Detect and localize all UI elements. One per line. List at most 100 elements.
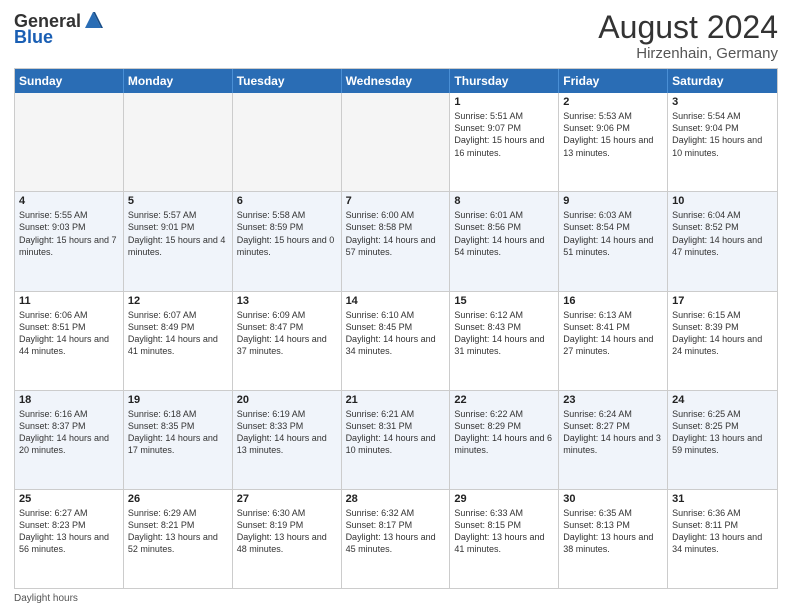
calendar-cell: 15 Sunrise: 6:12 AM Sunset: 8:43 PM Dayli… bbox=[450, 292, 559, 390]
calendar-cell: 9 Sunrise: 6:03 AM Sunset: 8:54 PM Daylig… bbox=[559, 192, 668, 290]
calendar-header: SundayMondayTuesdayWednesdayThursdayFrid… bbox=[15, 69, 777, 93]
day-info: Sunrise: 6:36 AM Sunset: 8:11 PM Dayligh… bbox=[672, 507, 773, 556]
day-number: 1 bbox=[454, 96, 554, 108]
day-info: Sunrise: 6:16 AM Sunset: 8:37 PM Dayligh… bbox=[19, 408, 119, 457]
day-info: Sunrise: 6:32 AM Sunset: 8:17 PM Dayligh… bbox=[346, 507, 446, 556]
day-info: Sunrise: 6:30 AM Sunset: 8:19 PM Dayligh… bbox=[237, 507, 337, 556]
day-info: Sunrise: 6:25 AM Sunset: 8:25 PM Dayligh… bbox=[672, 408, 773, 457]
day-info: Sunrise: 6:12 AM Sunset: 8:43 PM Dayligh… bbox=[454, 309, 554, 358]
header: General Blue August 2024 Hirzenhain, Ger… bbox=[14, 10, 778, 62]
day-info: Sunrise: 6:33 AM Sunset: 8:15 PM Dayligh… bbox=[454, 507, 554, 556]
calendar-cell: 14Sunrise: 6:10 AM Sunset: 8:45 PM Dayli… bbox=[342, 292, 451, 390]
day-info: Sunrise: 6:01 AM Sunset: 8:56 PM Dayligh… bbox=[454, 209, 554, 258]
calendar-week-4: 18 Sunrise: 6:16 AM Sunset: 8:37 PM Dayli… bbox=[15, 391, 777, 490]
day-info: Sunrise: 5:53 AM Sunset: 9:06 PM Dayligh… bbox=[563, 110, 663, 159]
calendar-cell: 17Sunrise: 6:15 AM Sunset: 8:39 PM Dayli… bbox=[668, 292, 777, 390]
day-info: Sunrise: 6:24 AM Sunset: 8:27 PM Dayligh… bbox=[563, 408, 663, 457]
day-info: Sunrise: 6:35 AM Sunset: 8:13 PM Dayligh… bbox=[563, 507, 663, 556]
header-day-saturday: Saturday bbox=[668, 69, 777, 93]
day-info: Sunrise: 6:27 AM Sunset: 8:23 PM Dayligh… bbox=[19, 507, 119, 556]
logo-icon bbox=[83, 10, 103, 30]
header-day-friday: Friday bbox=[559, 69, 668, 93]
calendar-cell: 5Sunrise: 5:57 AM Sunset: 9:01 PM Daylig… bbox=[124, 192, 233, 290]
day-number: 10 bbox=[672, 195, 773, 207]
calendar-cell: 29 Sunrise: 6:33 AM Sunset: 8:15 PM Dayli… bbox=[450, 490, 559, 588]
calendar-cell: 21Sunrise: 6:21 AM Sunset: 8:31 PM Dayli… bbox=[342, 391, 451, 489]
page: General Blue August 2024 Hirzenhain, Ger… bbox=[0, 0, 792, 612]
calendar-week-2: 4Sunrise: 5:55 AM Sunset: 9:03 PM Daylig… bbox=[15, 192, 777, 291]
calendar-cell: 20Sunrise: 6:19 AM Sunset: 8:33 PM Dayli… bbox=[233, 391, 342, 489]
calendar-cell: 2 Sunrise: 5:53 AM Sunset: 9:06 PM Daylig… bbox=[559, 93, 668, 191]
day-info: Sunrise: 6:03 AM Sunset: 8:54 PM Dayligh… bbox=[563, 209, 663, 258]
day-number: 16 bbox=[563, 295, 663, 307]
calendar-cell: 27 Sunrise: 6:30 AM Sunset: 8:19 PM Dayli… bbox=[233, 490, 342, 588]
day-info: Sunrise: 6:22 AM Sunset: 8:29 PM Dayligh… bbox=[454, 408, 554, 457]
day-number: 9 bbox=[563, 195, 663, 207]
calendar-cell: 13Sunrise: 6:09 AM Sunset: 8:47 PM Dayli… bbox=[233, 292, 342, 390]
day-number: 29 bbox=[454, 493, 554, 505]
calendar-cell: 10Sunrise: 6:04 AM Sunset: 8:52 PM Dayli… bbox=[668, 192, 777, 290]
day-number: 6 bbox=[237, 195, 337, 207]
day-info: Sunrise: 6:00 AM Sunset: 8:58 PM Dayligh… bbox=[346, 209, 446, 258]
calendar: SundayMondayTuesdayWednesdayThursdayFrid… bbox=[14, 68, 778, 589]
calendar-week-1: 1Sunrise: 5:51 AM Sunset: 9:07 PM Daylig… bbox=[15, 93, 777, 192]
day-number: 7 bbox=[346, 195, 446, 207]
day-number: 19 bbox=[128, 394, 228, 406]
calendar-cell: 1Sunrise: 5:51 AM Sunset: 9:07 PM Daylig… bbox=[450, 93, 559, 191]
day-number: 4 bbox=[19, 195, 119, 207]
calendar-cell: 12 Sunrise: 6:07 AM Sunset: 8:49 PM Dayli… bbox=[124, 292, 233, 390]
calendar-cell bbox=[233, 93, 342, 191]
day-number: 30 bbox=[563, 493, 663, 505]
calendar-week-3: 11 Sunrise: 6:06 AM Sunset: 8:51 PM Dayli… bbox=[15, 292, 777, 391]
day-number: 27 bbox=[237, 493, 337, 505]
calendar-cell: 6 Sunrise: 5:58 AM Sunset: 8:59 PM Daylig… bbox=[233, 192, 342, 290]
day-number: 31 bbox=[672, 493, 773, 505]
day-number: 25 bbox=[19, 493, 119, 505]
day-info: Sunrise: 6:09 AM Sunset: 8:47 PM Dayligh… bbox=[237, 309, 337, 358]
day-info: Sunrise: 6:18 AM Sunset: 8:35 PM Dayligh… bbox=[128, 408, 228, 457]
day-info: Sunrise: 6:07 AM Sunset: 8:49 PM Dayligh… bbox=[128, 309, 228, 358]
calendar-week-5: 25 Sunrise: 6:27 AM Sunset: 8:23 PM Dayli… bbox=[15, 490, 777, 588]
day-number: 20 bbox=[237, 394, 337, 406]
title-block: August 2024 Hirzenhain, Germany bbox=[598, 10, 778, 62]
calendar-cell: 11 Sunrise: 6:06 AM Sunset: 8:51 PM Dayli… bbox=[15, 292, 124, 390]
calendar-cell: 26 Sunrise: 6:29 AM Sunset: 8:21 PM Dayli… bbox=[124, 490, 233, 588]
day-number: 15 bbox=[454, 295, 554, 307]
day-info: Sunrise: 6:06 AM Sunset: 8:51 PM Dayligh… bbox=[19, 309, 119, 358]
calendar-cell bbox=[124, 93, 233, 191]
day-number: 24 bbox=[672, 394, 773, 406]
day-number: 11 bbox=[19, 295, 119, 307]
header-day-monday: Monday bbox=[124, 69, 233, 93]
header-day-sunday: Sunday bbox=[15, 69, 124, 93]
day-info: Sunrise: 6:29 AM Sunset: 8:21 PM Dayligh… bbox=[128, 507, 228, 556]
title-location: Hirzenhain, Germany bbox=[598, 45, 778, 62]
day-number: 2 bbox=[563, 96, 663, 108]
calendar-cell: 4Sunrise: 5:55 AM Sunset: 9:03 PM Daylig… bbox=[15, 192, 124, 290]
logo: General Blue bbox=[14, 10, 103, 46]
day-number: 18 bbox=[19, 394, 119, 406]
day-number: 28 bbox=[346, 493, 446, 505]
day-info: Sunrise: 6:15 AM Sunset: 8:39 PM Dayligh… bbox=[672, 309, 773, 358]
calendar-cell: 25 Sunrise: 6:27 AM Sunset: 8:23 PM Dayli… bbox=[15, 490, 124, 588]
day-number: 3 bbox=[672, 96, 773, 108]
calendar-cell: 24 Sunrise: 6:25 AM Sunset: 8:25 PM Dayli… bbox=[668, 391, 777, 489]
calendar-cell: 8 Sunrise: 6:01 AM Sunset: 8:56 PM Daylig… bbox=[450, 192, 559, 290]
calendar-cell: 7 Sunrise: 6:00 AM Sunset: 8:58 PM Daylig… bbox=[342, 192, 451, 290]
day-number: 12 bbox=[128, 295, 228, 307]
day-number: 23 bbox=[563, 394, 663, 406]
calendar-cell: 31 Sunrise: 6:36 AM Sunset: 8:11 PM Dayli… bbox=[668, 490, 777, 588]
calendar-cell: 19 Sunrise: 6:18 AM Sunset: 8:35 PM Dayli… bbox=[124, 391, 233, 489]
logo-blue: Blue bbox=[14, 28, 53, 46]
calendar-cell: 18 Sunrise: 6:16 AM Sunset: 8:37 PM Dayli… bbox=[15, 391, 124, 489]
day-number: 8 bbox=[454, 195, 554, 207]
day-info: Sunrise: 5:57 AM Sunset: 9:01 PM Dayligh… bbox=[128, 209, 228, 258]
day-number: 21 bbox=[346, 394, 446, 406]
footer-note: Daylight hours bbox=[14, 593, 778, 604]
calendar-body: 1Sunrise: 5:51 AM Sunset: 9:07 PM Daylig… bbox=[15, 93, 777, 588]
day-number: 22 bbox=[454, 394, 554, 406]
calendar-cell bbox=[15, 93, 124, 191]
day-info: Sunrise: 5:58 AM Sunset: 8:59 PM Dayligh… bbox=[237, 209, 337, 258]
day-number: 26 bbox=[128, 493, 228, 505]
day-number: 14 bbox=[346, 295, 446, 307]
calendar-cell: 16Sunrise: 6:13 AM Sunset: 8:41 PM Dayli… bbox=[559, 292, 668, 390]
